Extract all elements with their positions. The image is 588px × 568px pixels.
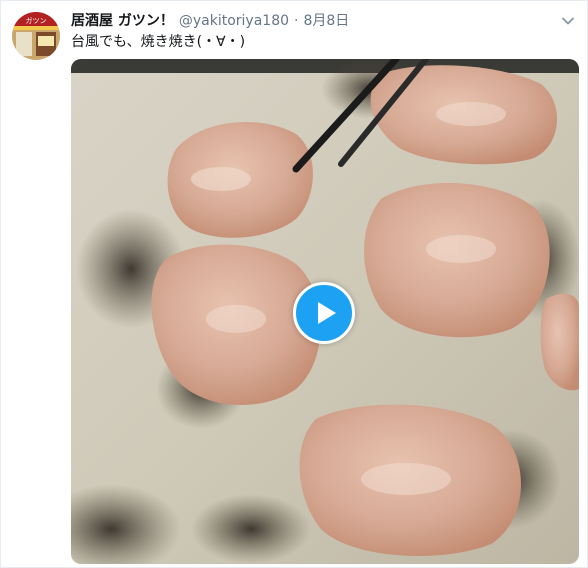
tweet-header: 居酒屋 ガツン！ @yakitoriya180 · 8月8日	[71, 11, 557, 31]
chevron-down-icon	[562, 17, 574, 25]
play-button[interactable]	[293, 282, 355, 344]
video-player[interactable]	[71, 59, 579, 564]
display-name[interactable]: 居酒屋 ガツン！	[71, 11, 174, 31]
tweet-text: 台風でも、焼き焼き(・∀・)	[71, 34, 246, 50]
tweet-card: ガツン 居酒屋 ガツン！ @yakitoriya180 · 8月8日 台風でも、…	[0, 0, 588, 568]
separator-dot: ·	[294, 13, 299, 29]
avatar[interactable]: ガツン	[12, 12, 60, 60]
timestamp-link[interactable]: 8月8日	[303, 11, 349, 31]
avatar-image: ガツン	[12, 12, 60, 60]
avatar-sign-text: ガツン	[26, 16, 47, 25]
play-icon	[318, 302, 336, 324]
more-menu-button[interactable]	[561, 13, 575, 27]
screen-name[interactable]: @yakitoriya180	[179, 11, 289, 31]
